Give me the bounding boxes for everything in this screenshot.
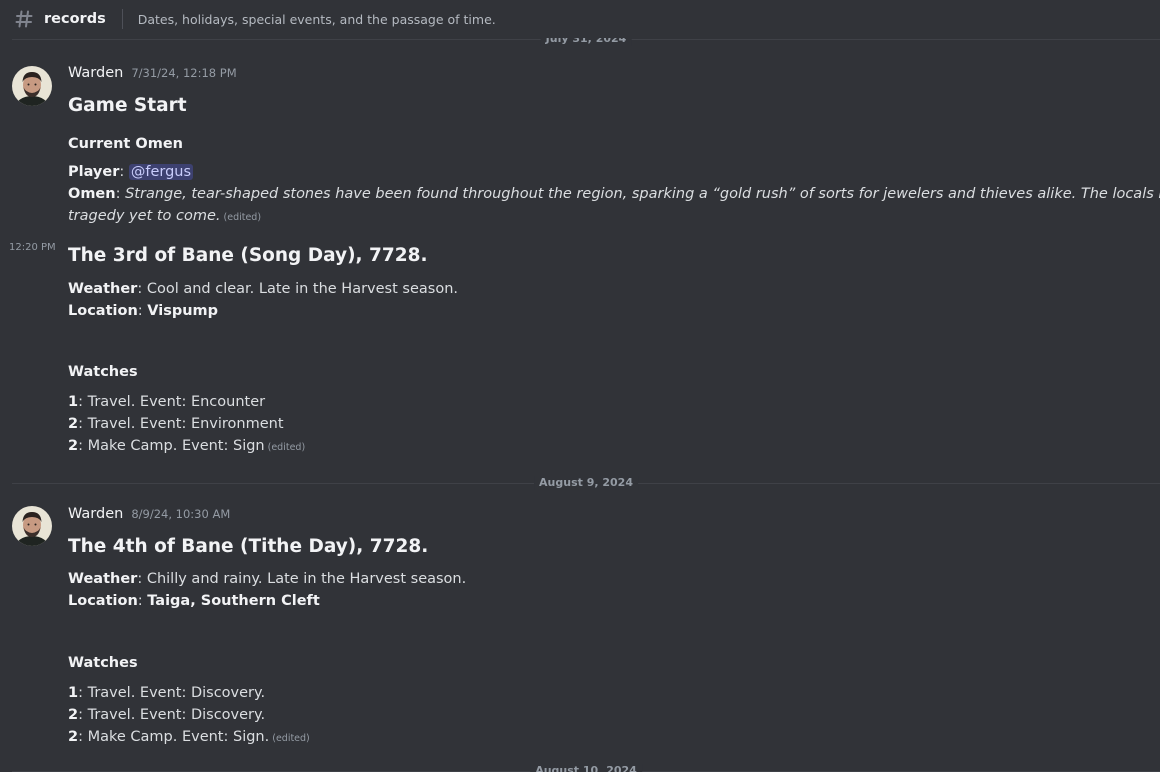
weather-label: Weather <box>68 281 138 297</box>
omen-text-cont: tragedy yet to come. <box>68 208 221 224</box>
watch-number: 1 <box>68 685 79 701</box>
location-value: Taiga, Southern Cleft <box>147 593 320 609</box>
watch-text: Make Camp. Event: Sign. <box>87 729 270 745</box>
message-content: The 4th of Bane (Tithe Day), 7728. Weath… <box>68 535 1160 750</box>
watch-text: Travel. Event: Encounter <box>87 394 266 410</box>
player-label: Player <box>68 164 120 180</box>
date-divider: August 10, 2024 <box>12 764 1160 772</box>
message-side-timestamp[interactable]: 12:20 PM <box>9 242 56 253</box>
watch-number: 1 <box>68 394 79 410</box>
weather-label: Weather <box>68 571 138 587</box>
message-content: Game Start Current Omen Player: @fergus … <box>68 94 1160 229</box>
watch-item: 1: Travel. Event: Encounter <box>68 394 266 410</box>
watch-item: 2: Travel. Event: Environment <box>68 416 284 432</box>
watch-item: 2: Travel. Event: Discovery. <box>68 707 266 723</box>
message-header: Warden 8/9/24, 10:30 AM <box>68 506 230 522</box>
avatar[interactable] <box>12 66 52 106</box>
watch-number: 2 <box>68 729 79 745</box>
edited-label: (edited) <box>272 733 310 744</box>
message[interactable]: Warden 8/9/24, 10:30 AM The 4th of Bane … <box>0 494 1160 758</box>
watch-number: 2 <box>68 438 79 454</box>
watches-heading: Watches <box>68 364 138 380</box>
weather-line: Weather: Cool and clear. Late in the Har… <box>68 281 458 297</box>
channel-topic[interactable]: Dates, holidays, special events, and the… <box>138 12 496 27</box>
avatar[interactable] <box>12 506 52 546</box>
date-divider-label: August 9, 2024 <box>534 476 638 490</box>
message-header: Warden 7/31/24, 12:18 PM <box>68 65 237 81</box>
omen-label: Omen <box>68 186 116 202</box>
message[interactable]: Warden 7/31/24, 12:18 PM Game Start Curr… <box>0 52 1160 234</box>
location-line: Location: Taiga, Southern Cleft <box>68 593 320 609</box>
edited-label: (edited) <box>267 442 306 453</box>
hash-icon <box>13 8 35 30</box>
message-heading: The 3rd of Bane (Song Day), 7728. <box>68 245 428 266</box>
omen-line-cont: tragedy yet to come. (edited) <box>68 205 1160 229</box>
watch-number: 2 <box>68 416 79 432</box>
watch-item: 2: Make Camp. Event: Sign (edited) <box>68 438 306 454</box>
watch-text: Travel. Event: Discovery. <box>87 685 266 701</box>
omen-text: Strange, tear-shaped stones have been fo… <box>125 186 1160 202</box>
weather-line: Weather: Chilly and rainy. Late in the H… <box>68 571 467 587</box>
player-line: Player: @fergus <box>68 164 194 180</box>
weather-text: Cool and clear. Late in the Harvest seas… <box>146 281 458 297</box>
author-name[interactable]: Warden <box>68 506 123 522</box>
user-mention[interactable]: @fergus <box>128 164 194 180</box>
date-divider: August 9, 2024 <box>12 476 1160 490</box>
date-divider-label: July 31, 2024 <box>540 38 632 46</box>
message-heading: The 4th of Bane (Tithe Day), 7728. <box>68 536 429 557</box>
watch-item: 2: Make Camp. Event: Sign. (edited) <box>68 729 310 745</box>
message-subheading: Current Omen <box>68 136 183 152</box>
message[interactable]: 12:20 PM The 3rd of Bane (Song Day), 772… <box>0 234 1160 466</box>
location-label: Location <box>68 593 138 609</box>
omen-line: Omen: Strange, tear-shaped stones have b… <box>68 183 1160 205</box>
author-name[interactable]: Warden <box>68 65 123 81</box>
header-divider <box>121 9 123 29</box>
channel-header: records Dates, holidays, special events,… <box>0 0 1160 38</box>
location-line: Location: Vispump <box>68 303 219 319</box>
date-divider-label: August 10, 2024 <box>530 764 642 772</box>
location-label: Location <box>68 303 138 319</box>
watch-item: 1: Travel. Event: Discovery. <box>68 685 266 701</box>
weather-text: Chilly and rainy. Late in the Harvest se… <box>146 571 467 587</box>
channel-name[interactable]: records <box>44 11 106 27</box>
message-list: July 31, 2024 Warden 7/31/24, 12:18 PM G… <box>0 38 1160 772</box>
message-content: The 3rd of Bane (Song Day), 7728. Weathe… <box>68 244 1160 459</box>
watches-heading: Watches <box>68 655 138 671</box>
message-timestamp[interactable]: 8/9/24, 10:30 AM <box>131 507 230 521</box>
watch-number: 2 <box>68 707 79 723</box>
watch-text: Make Camp. Event: Sign <box>87 438 265 454</box>
edited-label: (edited) <box>223 212 262 223</box>
watch-text: Travel. Event: Discovery. <box>87 707 266 723</box>
message-heading: Game Start <box>68 95 187 116</box>
date-divider: July 31, 2024 <box>12 38 1160 48</box>
location-value: Vispump <box>147 303 219 319</box>
watch-text: Travel. Event: Environment <box>87 416 284 432</box>
message-timestamp[interactable]: 7/31/24, 12:18 PM <box>131 66 236 80</box>
